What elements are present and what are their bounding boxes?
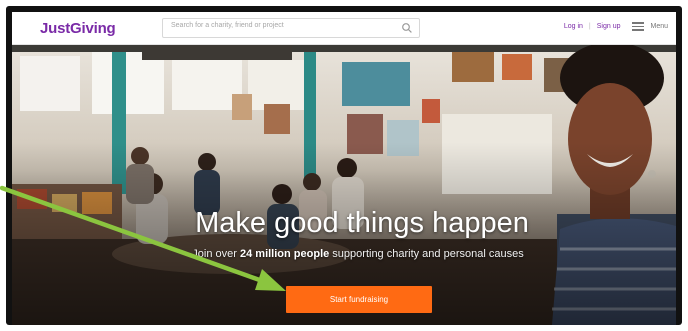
hero-headline: Make good things happen	[195, 207, 529, 239]
login-link[interactable]: Log in	[564, 23, 583, 30]
signup-link[interactable]: Sign up	[597, 23, 621, 30]
site-header: JustGiving Search for a charity, friend …	[12, 12, 676, 45]
search-box[interactable]: Search for a charity, friend or project	[162, 18, 420, 38]
sub-prefix: Join over	[192, 248, 240, 260]
header-nav: Log in | Sign up Menu	[564, 22, 668, 31]
justgiving-logo[interactable]: JustGiving	[40, 20, 116, 37]
sub-highlight: 24 million people	[240, 248, 330, 260]
search-placeholder: Search for a charity, friend or project	[171, 22, 284, 29]
hamburger-menu-icon[interactable]	[632, 22, 645, 31]
nav-separator: |	[588, 23, 591, 30]
sub-suffix: supporting charity and personal causes	[329, 248, 524, 260]
search-icon[interactable]	[401, 22, 413, 34]
hero-photo-classroom	[12, 44, 676, 325]
start-fundraising-button[interactable]: Start fundraising	[286, 286, 432, 313]
browser-viewport: JustGiving Search for a charity, friend …	[12, 12, 676, 325]
hero-section: Make good things happen Join over 24 mil…	[12, 44, 676, 325]
menu-label[interactable]: Menu	[650, 23, 668, 30]
hero-subheadline: Join over 24 million people supporting c…	[162, 248, 554, 260]
